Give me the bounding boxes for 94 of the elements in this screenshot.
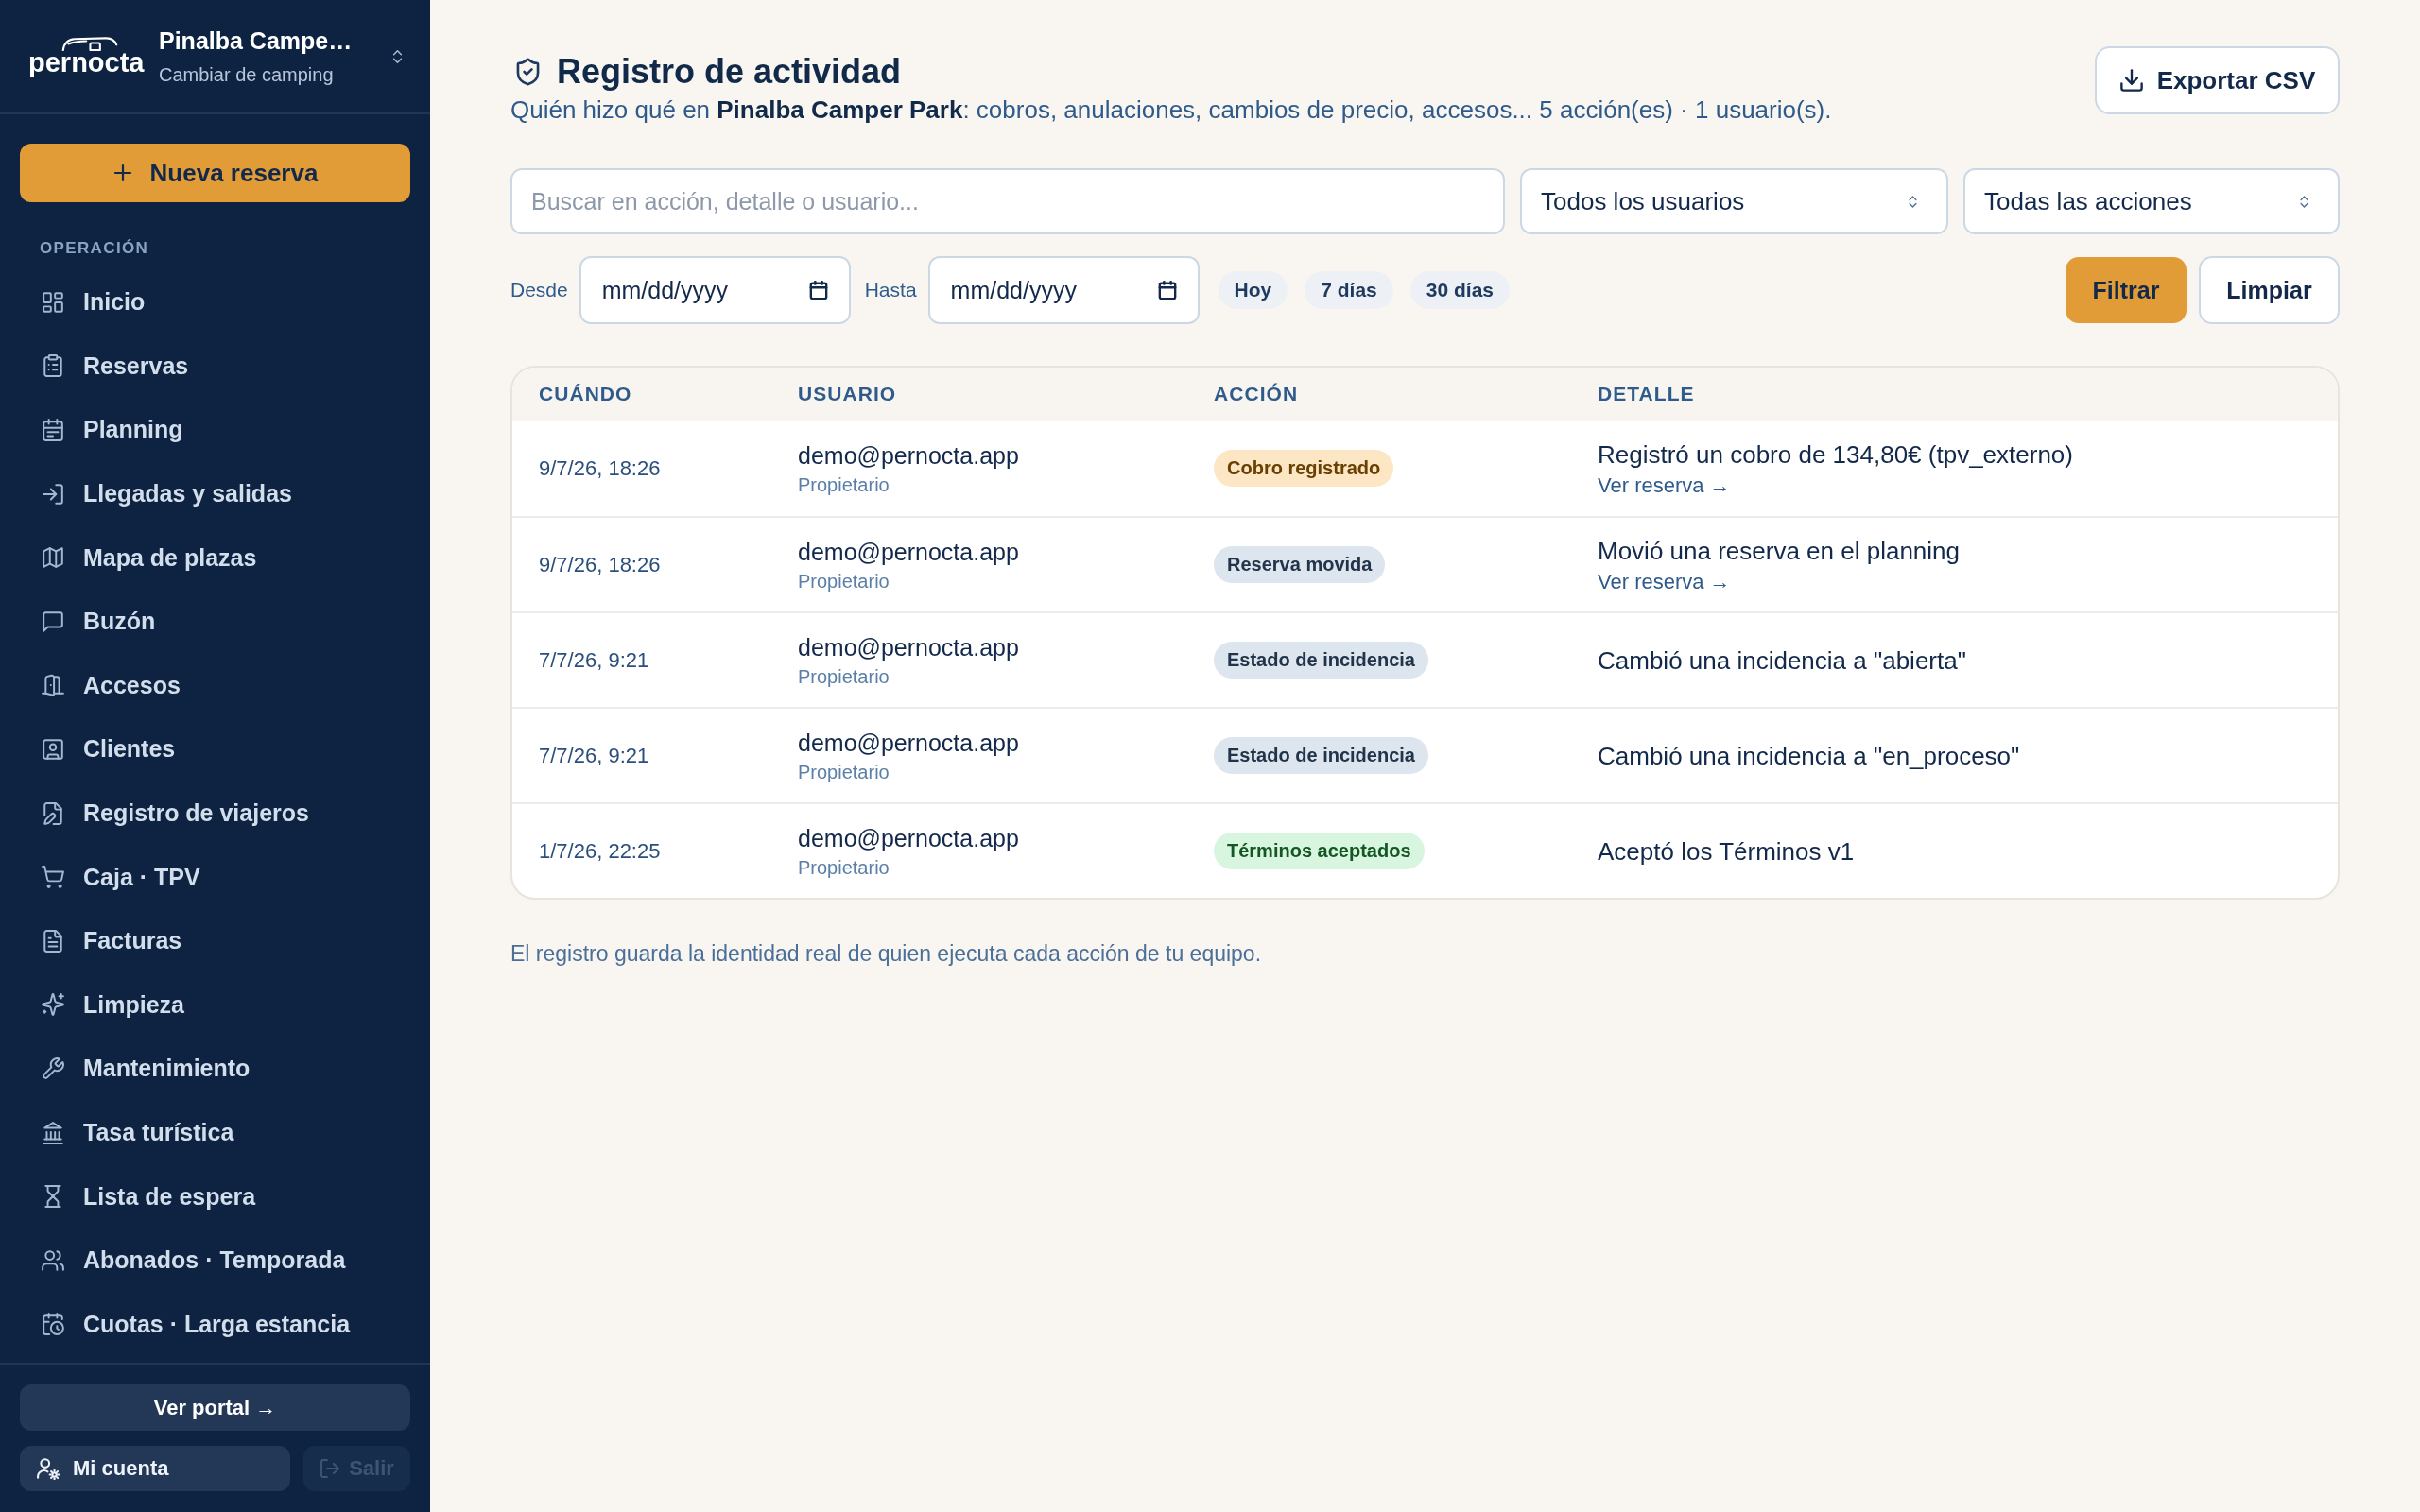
user-role: Propietario [798,569,890,593]
users-icon [42,1248,64,1272]
chat-bubble-icon [42,610,64,633]
nav-item[interactable]: Accesos [20,653,410,718]
detail-text: Cambió una incidencia a "abierta" [1598,644,1966,676]
bank-building-icon [42,1121,64,1144]
nav-item[interactable]: Limpieza [20,972,410,1038]
nav-item[interactable]: Reservas [20,334,410,399]
timestamp: 7/7/26, 9:21 [539,743,649,768]
camper-van-icon [60,36,119,51]
timestamp: 7/7/26, 9:21 [539,647,649,673]
switch-campsite-link[interactable]: Cambiar de camping [159,61,334,87]
cart-icon [42,866,64,889]
detail-text: Movió una reserva en el planning [1598,535,1961,566]
contact-card-icon [42,737,64,761]
nav-item[interactable]: Registro de viajeros [20,781,410,846]
shield-check-icon [514,57,542,87]
user-email: demo@pernocta.app [798,823,1019,852]
user-email: demo@pernocta.app [798,728,1019,757]
action-badge: Cobro registrado [1214,450,1394,487]
document-icon [42,929,64,953]
calendar-icon [1157,281,1177,300]
calendar-icon [808,281,828,300]
column-header: ACCIÓN [1214,383,1299,405]
nav-item[interactable]: Planning [20,398,410,462]
account-button[interactable]: Mi cuenta [20,1446,290,1491]
logout-icon [320,1458,341,1479]
date-from-label: Desde [510,279,568,301]
user-role: Propietario [798,760,890,783]
date-preset-chip[interactable]: Hoy [1218,271,1288,309]
nav-item[interactable]: Facturas [20,908,410,973]
logo-text: pernocta [28,48,145,77]
action-dropdown[interactable]: Todas las acciones [1963,168,2340,234]
plus-icon [112,163,133,183]
user-email: demo@pernocta.app [798,537,1019,566]
view-booking-link[interactable]: Ver reserva → [1598,569,1731,594]
nav-item[interactable]: Buzón [20,589,410,654]
timestamp: 1/7/26, 22:25 [539,838,661,864]
action-badge: Reserva movida [1214,546,1386,583]
detail-text: Registró un cobro de 134,80€ (tpv_externo) [1598,438,2073,470]
user-email: demo@pernocta.app [798,632,1019,662]
view-booking-link[interactable]: Ver reserva → [1598,472,1731,498]
clipboard-icon [42,354,64,378]
campsite-name: Pinalba Campe… [159,26,353,55]
date-to-label: Hasta [864,279,917,301]
nav-item[interactable]: Mantenimiento [20,1037,410,1101]
detail-text: Aceptó los Términos v1 [1598,835,1855,867]
section-label: OPERACIÓN [40,238,149,259]
sparkle-icon [42,993,64,1017]
page-subtitle: Quién hizo qué en Pinalba Camper Park: cobros, anulaciones, cambios de precio, accesos... 5 acción(es) · 1 usuario(s). [510,94,1832,125]
footnote: El registro guarda la identidad real de quien ejecuta cada acción de tu equipo. [510,941,1263,966]
filter-button[interactable]: Filtrar [2066,257,2187,323]
action-badge: Términos aceptados [1214,833,1425,869]
user-email: demo@pernocta.app [798,440,1019,470]
nav-item[interactable]: Caja · TPV [20,845,410,909]
grid-icon [42,290,64,314]
calendar-clock-icon [42,1313,64,1336]
date-preset-chip[interactable]: 30 días [1409,271,1510,309]
clear-button[interactable]: Limpiar [2199,256,2340,324]
detail-text: Cambió una incidencia a "en_proceso" [1598,740,2020,771]
map-icon [42,546,64,570]
date-from-field[interactable]: mm/dd/yyyy [579,256,851,324]
user-gear-icon [37,1457,60,1480]
nav-item[interactable]: Llegadas y salidas [20,461,410,526]
user-role: Propietario [798,472,890,496]
nav-item[interactable]: Clientes [20,717,410,782]
user-role: Propietario [798,664,890,688]
column-header: CUÁNDO [539,383,632,405]
nav-item[interactable]: Inicio [20,270,410,335]
timestamp: 9/7/26, 18:26 [539,455,661,481]
file-pen-icon [42,801,64,825]
page-title: Registro de actividad [557,51,902,93]
user-dropdown[interactable]: Todos los usuarios [1520,168,1948,234]
nav-item[interactable]: Lista de espera [20,1164,410,1228]
action-badge: Estado de incidencia [1214,642,1428,679]
export-csv-button[interactable]: Exportar CSV [2095,46,2340,114]
column-header: USUARIO [798,383,897,405]
column-header: DETALLE [1598,383,1695,405]
nav-item[interactable]: Cuotas · Larga estancia [20,1292,410,1357]
nav-item[interactable]: Mapa de plazas [20,525,410,590]
portal-button[interactable]: Ver portal → [20,1384,410,1431]
new-booking-button[interactable]: Nueva reserva [20,144,410,202]
date-preset-chip[interactable]: 7 días [1305,271,1393,309]
timestamp: 9/7/26, 18:26 [539,552,661,577]
calendar-icon [42,419,64,441]
action-badge: Estado de incidencia [1214,737,1428,774]
door-icon [42,674,64,697]
date-to-field[interactable]: mm/dd/yyyy [927,256,1200,324]
nav-item[interactable]: Tasa turística [20,1100,410,1165]
download-icon [2118,68,2144,93]
user-role: Propietario [798,855,890,879]
search-field[interactable]: Buscar en acción, detalle o usuario... [510,168,1505,234]
wrench-icon [42,1057,64,1080]
nav-item[interactable]: Abonados · Temporada [20,1228,410,1293]
